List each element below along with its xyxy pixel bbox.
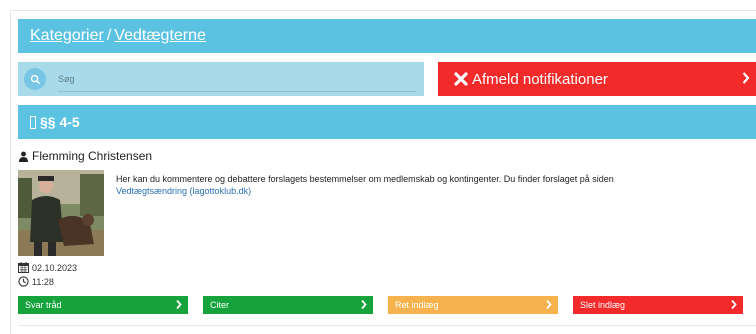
breadcrumb-categories-link[interactable]: Kategorier [30, 27, 104, 44]
search-input[interactable] [58, 66, 416, 92]
divider [18, 325, 756, 326]
unsubscribe-label: Afmeld notifikationer [472, 70, 608, 88]
edit-post-label: Ret indlæg [395, 300, 439, 310]
post-time-text: 11:28 [32, 276, 54, 287]
post-text: Her kan du kommentere og debattere forsl… [116, 174, 614, 184]
bookmark-icon [30, 115, 36, 129]
chevron-right-icon [546, 299, 552, 312]
thread-title-bar: §§ 4-5 [18, 105, 756, 139]
author-name[interactable]: Flemming Christensen [32, 149, 152, 163]
edit-post-button[interactable]: Ret indlæg [388, 296, 558, 314]
chevron-right-icon [361, 299, 367, 312]
user-icon [18, 151, 29, 162]
calendar-icon [18, 262, 29, 273]
x-icon [454, 72, 468, 86]
avatar [18, 170, 104, 256]
thread-title: §§ 4-5 [40, 114, 80, 130]
search-icon[interactable] [24, 68, 46, 90]
breadcrumb-separator: / [106, 27, 112, 44]
post-date-text: 02.10.2023 [32, 262, 78, 273]
delete-post-button[interactable]: Slet indlæg [573, 296, 743, 314]
forum-panel [10, 10, 756, 334]
search-bar [18, 62, 424, 96]
unsubscribe-button[interactable]: Afmeld notifikationer [438, 62, 756, 96]
chevron-right-icon [742, 71, 750, 89]
post-date: 02.10.2023 [18, 262, 77, 273]
clock-icon [18, 276, 29, 287]
chevron-right-icon [176, 299, 182, 312]
chevron-right-icon [731, 299, 737, 312]
post-time: 11:28 [18, 276, 54, 287]
post-author: Flemming Christensen [18, 149, 152, 163]
breadcrumb: Kategorier / Vedtægterne [18, 19, 756, 53]
quote-button[interactable]: Citer [203, 296, 373, 314]
breadcrumb-current-link[interactable]: Vedtægterne [114, 27, 206, 44]
quote-label: Citer [210, 300, 230, 310]
reply-thread-button[interactable]: Svar tråd [18, 296, 188, 314]
delete-post-label: Slet indlæg [580, 300, 626, 310]
reply-thread-label: Svar tråd [25, 300, 62, 310]
post-body: Her kan du kommentere og debattere forsl… [116, 173, 676, 197]
post-link[interactable]: Vedtægtsændring (lagottoklub.dk) [116, 186, 251, 196]
